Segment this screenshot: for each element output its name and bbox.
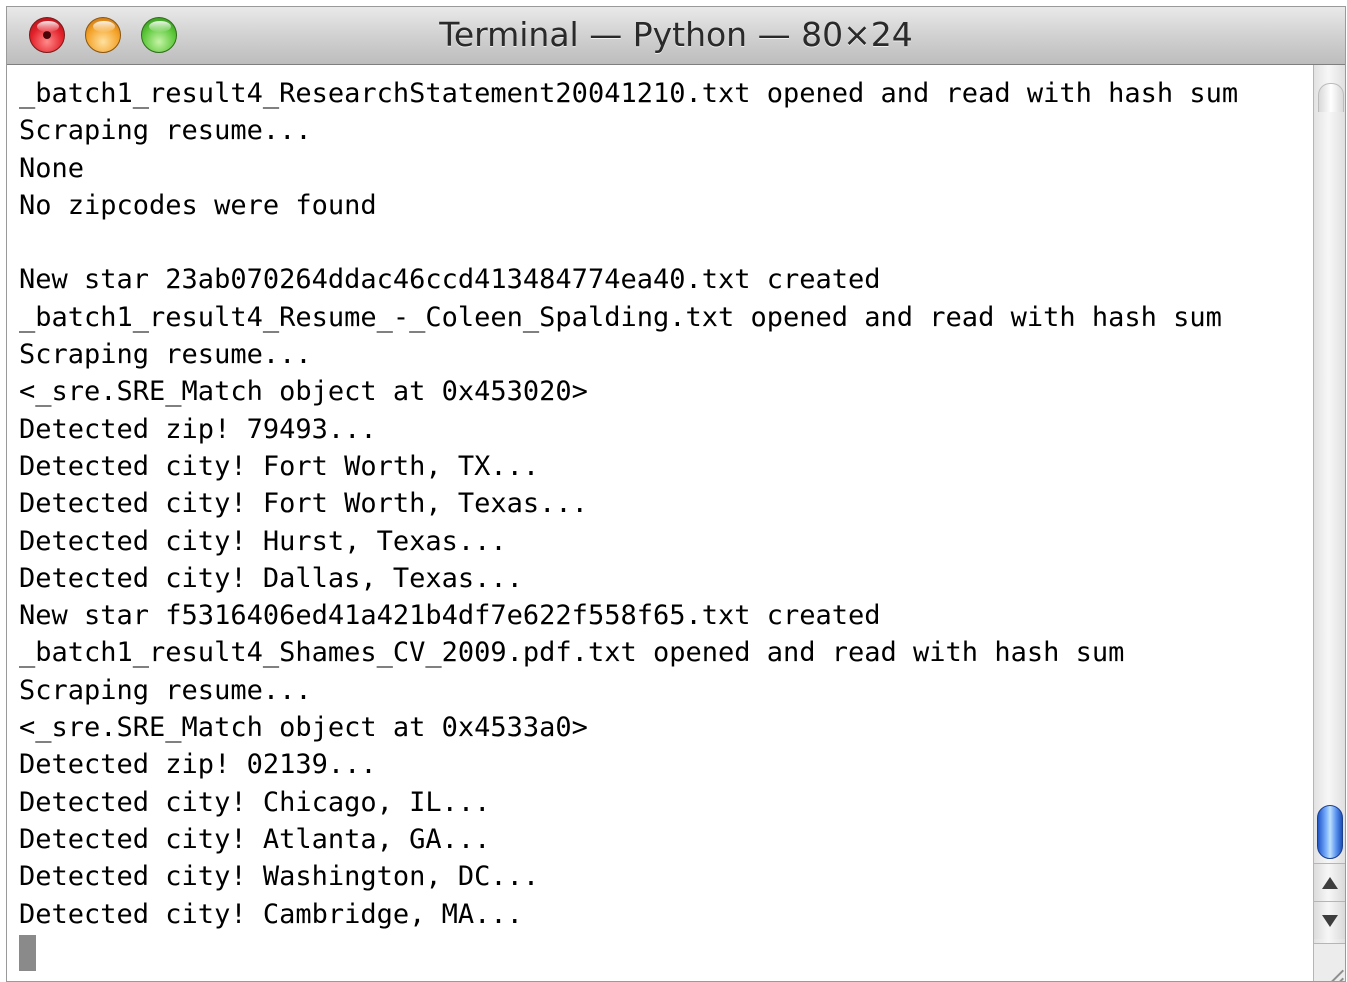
text-cursor <box>19 935 36 972</box>
scrollbar-thumb[interactable] <box>1317 805 1343 859</box>
output-line: New star 23ab070264ddac46ccd413484774ea4… <box>19 264 881 296</box>
resize-grip-icon[interactable] <box>1313 943 1345 981</box>
output-line: <_sre.SRE_Match object at 0x453020> <box>19 376 588 408</box>
output-lines: _batch1_result4_ResearchStatement2004121… <box>19 75 1239 972</box>
scroll-up-button[interactable] <box>1314 863 1345 901</box>
output-line: Detected city! Fort Worth, TX... <box>19 450 540 482</box>
output-line: None <box>19 152 85 184</box>
output-line: Detected city! Fort Worth, Texas... <box>19 488 588 520</box>
output-line: Scraping resume... <box>19 115 312 147</box>
output-line: Detected city! Washington, DC... <box>19 861 540 893</box>
output-line: _batch1_result4_Shames_CV_2009.pdf.txt o… <box>19 637 1125 669</box>
output-line: Detected city! Chicago, IL... <box>19 786 491 818</box>
output-line: Detected city! Hurst, Texas... <box>19 525 507 557</box>
prompt-line <box>19 933 1238 972</box>
output-line: Detected zip! 02139... <box>19 749 377 781</box>
vertical-scrollbar[interactable] <box>1313 65 1345 981</box>
output-line: Detected city! Dallas, Texas... <box>19 562 523 594</box>
output-line: Detected city! Cambridge, MA... <box>19 898 523 930</box>
output-line: _batch1_result4_ResearchStatement2004121… <box>19 78 1239 109</box>
window-title: Terminal — Python — 80×24 <box>439 15 913 54</box>
output-line: No zipcodes were found <box>19 189 377 221</box>
scrollbar-track-top <box>1318 83 1344 112</box>
scroll-down-button[interactable] <box>1314 901 1345 939</box>
output-line: Detected city! Atlanta, GA... <box>19 823 491 855</box>
output-line: Detected zip! 79493... <box>19 413 377 445</box>
terminal-window: Terminal — Python — 80×24 _batch1_result… <box>6 6 1346 982</box>
terminal-output[interactable]: _batch1_result4_ResearchStatement2004121… <box>7 65 1313 981</box>
output-line: Scraping resume... <box>19 339 312 371</box>
output-line: Scraping resume... <box>19 674 312 706</box>
output-line: New star f5316406ed41a421b4df7e622f558f6… <box>19 600 881 632</box>
title-bar[interactable]: Terminal — Python — 80×24 <box>7 7 1345 65</box>
output-line: _batch1_result4_Resume_-_Coleen_Spalding… <box>19 301 1222 333</box>
output-line: <_sre.SRE_Match object at 0x4533a0> <box>19 712 588 744</box>
